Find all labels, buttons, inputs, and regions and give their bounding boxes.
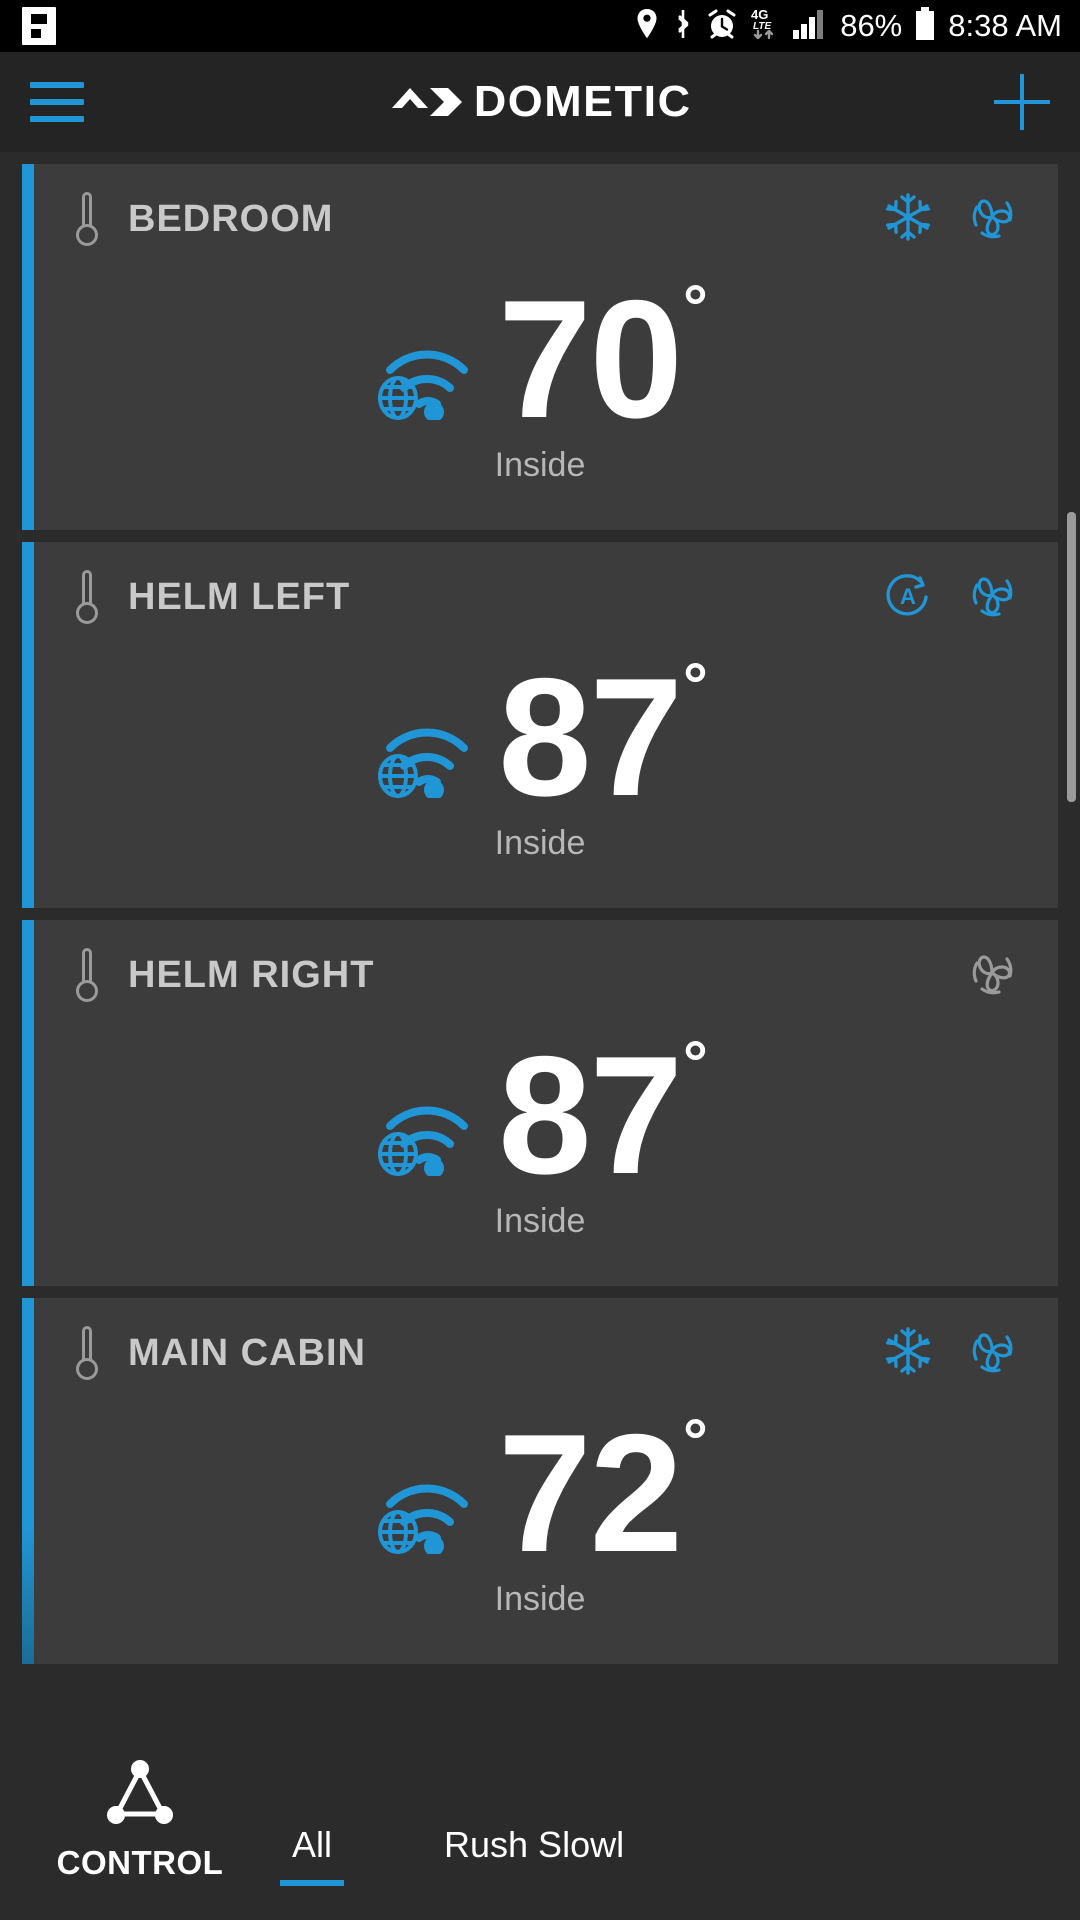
- zone-card-header: MAIN CABIN: [22, 1298, 1058, 1408]
- thermometer-icon: [74, 192, 100, 246]
- tab-rush-slowl[interactable]: Rush Slowl: [432, 1824, 636, 1886]
- snowflake-icon[interactable]: [882, 1325, 934, 1382]
- temperature-value: 70: [498, 265, 683, 453]
- zone-card[interactable]: MAIN CABIN 72 ° Inside: [22, 1298, 1058, 1664]
- control-button[interactable]: CONTROL: [0, 1758, 280, 1920]
- zone-mode-icons: [882, 191, 1018, 248]
- thermometer-icon: [74, 1326, 100, 1380]
- zone-accent-bar: [22, 164, 34, 530]
- degree-symbol: °: [683, 1028, 708, 1098]
- temperature-sublabel: Inside: [494, 823, 586, 862]
- fan-icon[interactable]: [966, 1325, 1018, 1382]
- temperature-sublabel: Inside: [494, 1201, 586, 1240]
- scrollbar[interactable]: [1067, 512, 1076, 802]
- status-bar: 4G LTE 86% 8:38 AM: [0, 0, 1080, 52]
- tab-bar: All Rush Slowl: [280, 1824, 636, 1920]
- status-bar-left: [22, 7, 56, 45]
- zone-card-header: HELM RIGHT: [22, 920, 1058, 1030]
- zone-card-body: 72 ° Inside: [22, 1399, 1058, 1619]
- triangle-network-icon: [101, 1758, 179, 1828]
- zone-card-header: HELM LEFT A: [22, 542, 1058, 652]
- tab-underline: [280, 1880, 345, 1886]
- brand-name: DOMETIC: [474, 77, 692, 126]
- brand-logo: DOMETIC: [0, 52, 1080, 152]
- zone-accent-bar: [22, 920, 34, 1286]
- temperature-value: 72: [498, 1399, 683, 1587]
- main-screen: BEDROOM 70 ° Inside HELM LEFT A 87 ° Inside HELM …: [0, 152, 1080, 1920]
- zone-mode-icons: [882, 1325, 1018, 1382]
- degree-symbol: °: [683, 1406, 708, 1476]
- wifi-globe-icon: [374, 294, 498, 425]
- tab-label: All: [292, 1824, 333, 1865]
- zone-card-list: BEDROOM 70 ° Inside HELM LEFT A 87 ° Inside HELM …: [0, 152, 1080, 1664]
- 4g-lte-icon: 4G LTE: [750, 7, 780, 46]
- zone-mode-icons: [966, 947, 1018, 1004]
- zone-name-label: HELM RIGHT: [128, 953, 375, 996]
- tab-all[interactable]: All: [280, 1824, 345, 1886]
- temperature-row: 87 °: [374, 643, 708, 831]
- svg-text:4G: 4G: [751, 7, 768, 22]
- location-icon: [635, 8, 659, 45]
- temperature-sublabel: Inside: [494, 445, 586, 484]
- zone-name-label: MAIN CABIN: [128, 1331, 366, 1374]
- fan-icon[interactable]: [966, 947, 1018, 1004]
- plus-icon[interactable]: [994, 74, 1050, 130]
- zone-mode-icons: A: [882, 569, 1018, 626]
- degree-symbol: °: [683, 272, 708, 342]
- wifi-globe-icon: [374, 1050, 498, 1181]
- temperature-row: 70 °: [374, 265, 708, 453]
- fan-icon[interactable]: [966, 569, 1018, 626]
- snowflake-icon[interactable]: [882, 191, 934, 248]
- temperature-row: 72 °: [374, 1399, 708, 1587]
- thermometer-icon: [74, 948, 100, 1002]
- tab-label: Rush Slowl: [444, 1824, 625, 1865]
- dometic-chevron-logo: [390, 78, 464, 127]
- bluetooth-icon: [672, 8, 694, 45]
- zone-name-label: BEDROOM: [128, 197, 334, 240]
- signal-icon: [793, 9, 827, 44]
- svg-text:A: A: [900, 584, 916, 609]
- zone-card[interactable]: HELM RIGHT 87 ° Inside: [22, 920, 1058, 1286]
- wifi-globe-icon: [374, 1428, 498, 1559]
- tab-underline: [432, 1880, 636, 1886]
- auto-mode-icon[interactable]: A: [882, 569, 934, 626]
- zone-card[interactable]: BEDROOM 70 ° Inside: [22, 164, 1058, 530]
- temperature-sublabel: Inside: [494, 1579, 586, 1618]
- clock-label: 8:38 AM: [948, 8, 1062, 43]
- degree-symbol: °: [683, 650, 708, 720]
- zone-accent-bar: [22, 1298, 34, 1664]
- status-bar-right: 4G LTE 86% 8:38 AM: [635, 6, 1062, 46]
- app-bar: DOMETIC: [0, 52, 1080, 152]
- wifi-globe-icon: [374, 672, 498, 803]
- battery-percent-label: 86%: [840, 8, 903, 43]
- zone-accent-bar: [22, 542, 34, 908]
- fan-icon[interactable]: [966, 191, 1018, 248]
- alarm-icon: [707, 8, 737, 45]
- zone-card[interactable]: HELM LEFT A 87 ° Inside: [22, 542, 1058, 908]
- temperature-value: 87: [498, 643, 683, 831]
- zone-card-body: 87 ° Inside: [22, 1021, 1058, 1241]
- zone-card-body: 87 ° Inside: [22, 643, 1058, 863]
- zone-card-body: 70 ° Inside: [22, 265, 1058, 485]
- battery-icon: [915, 6, 935, 46]
- zone-name-label: HELM LEFT: [128, 575, 351, 618]
- hamburger-menu-icon[interactable]: [30, 82, 84, 122]
- control-label: CONTROL: [56, 1844, 224, 1881]
- thermometer-icon: [74, 570, 100, 624]
- bottom-bar: CONTROL All Rush Slowl: [0, 1710, 1080, 1920]
- temperature-value: 87: [498, 1021, 683, 1209]
- zone-card-header: BEDROOM: [22, 164, 1058, 274]
- temperature-row: 87 °: [374, 1021, 708, 1209]
- flipboard-icon: [22, 7, 56, 45]
